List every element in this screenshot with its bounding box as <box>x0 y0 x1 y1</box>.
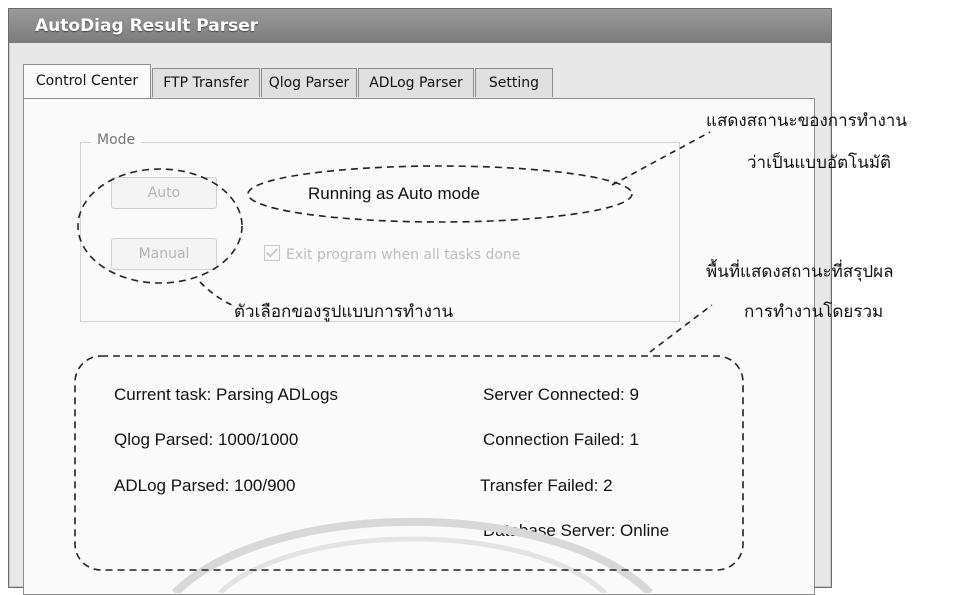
summary-note-line2: การทำงานโดยรวม <box>744 302 884 322</box>
mode-buttons-ellipse <box>77 168 243 284</box>
tab-control-center[interactable]: Control Center <box>23 64 151 98</box>
summary-note-line1: พื้นที่แสดงสถานะที่สรุปผล <box>706 262 894 282</box>
status-ellipse <box>247 165 633 223</box>
summary-note-leader <box>649 304 713 353</box>
status-note-line2: ว่าเป็นแบบอัตโนมัติ <box>747 153 892 173</box>
decorative-arc <box>172 517 653 593</box>
mode-note: ตัวเลือกของรูปแบบการทำงาน <box>234 302 454 322</box>
decorative-arc-inner <box>218 536 607 593</box>
status-note-line1: แสดงสถานะของการทำงาน <box>706 111 907 131</box>
mode-note-leader <box>199 281 233 306</box>
status-note-leader <box>611 131 711 186</box>
